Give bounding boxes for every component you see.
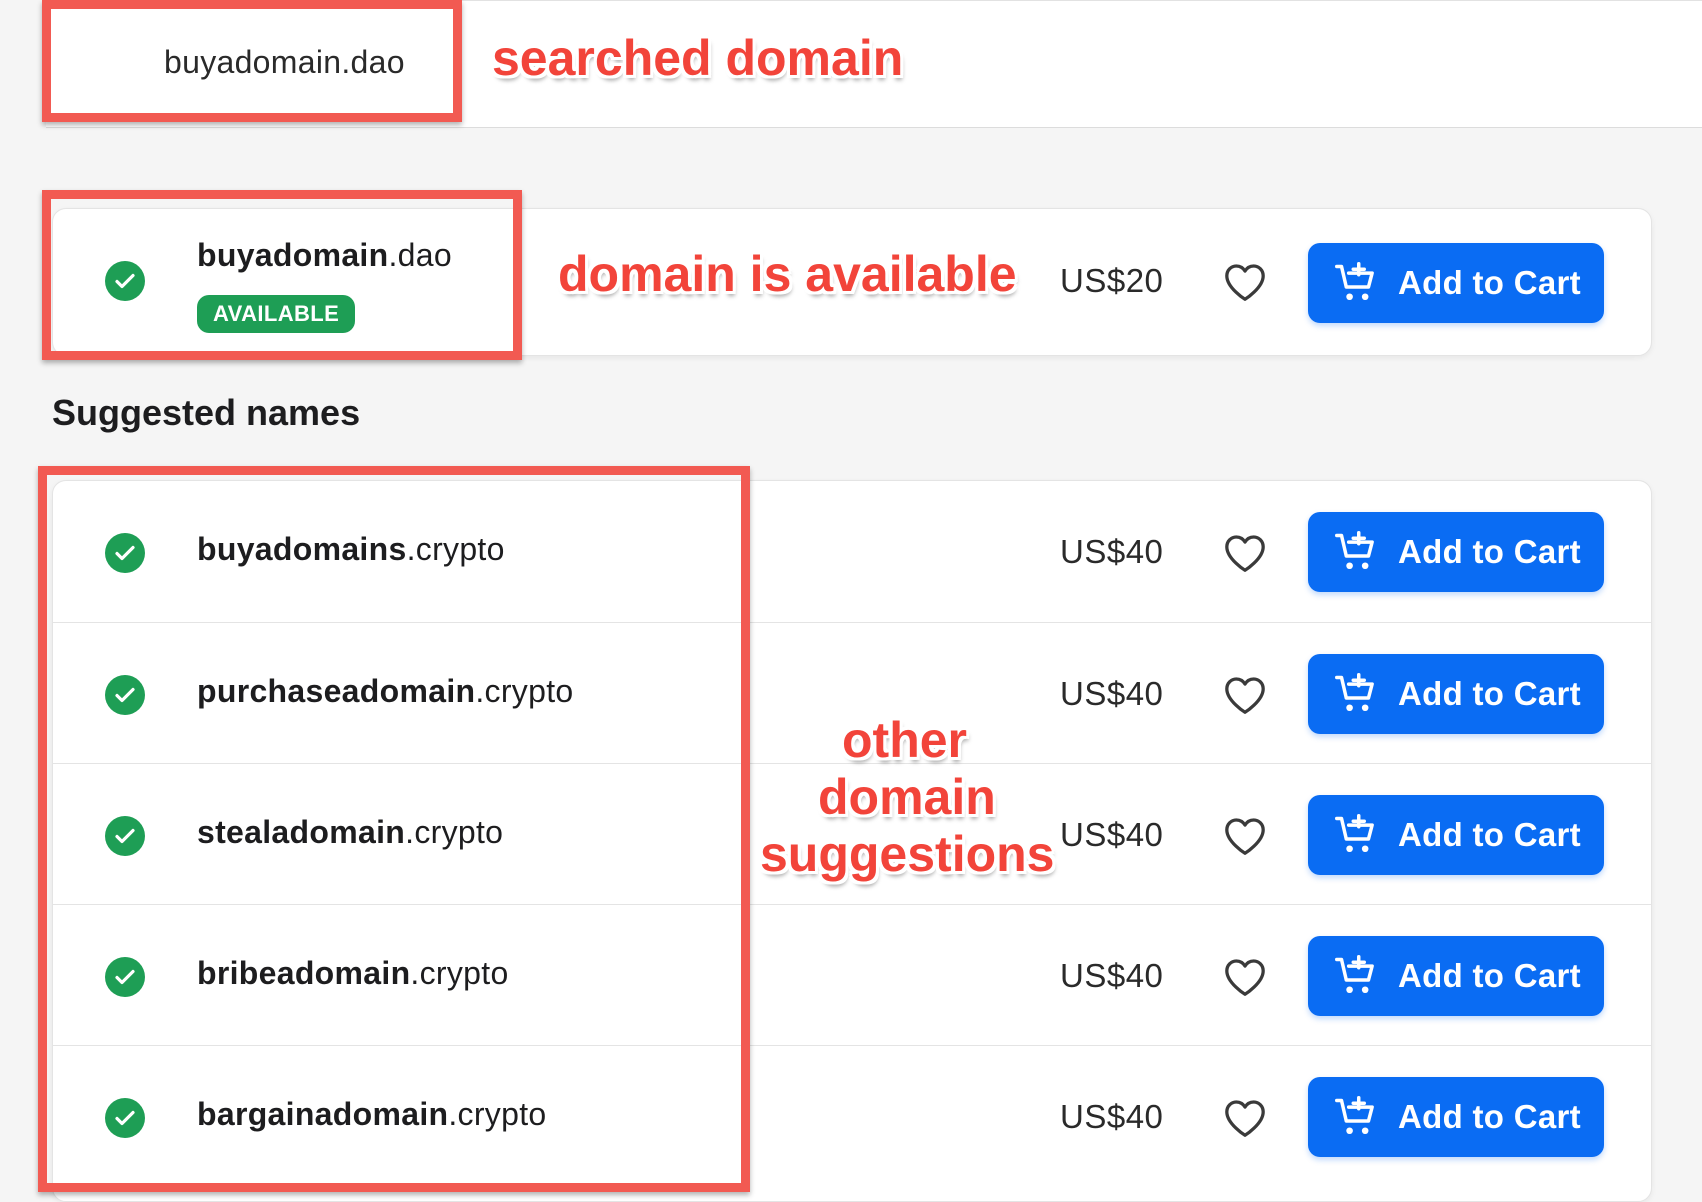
- add-to-cart-button[interactable]: Add to Cart: [1308, 243, 1604, 323]
- cart-plus-icon: [1335, 531, 1374, 570]
- add-to-cart-label: Add to Cart: [1398, 675, 1581, 712]
- annotation-box-suggestions: [38, 466, 750, 1192]
- annotation-other-line3: suggestions: [760, 826, 1055, 882]
- cart-plus-icon: [1335, 814, 1374, 853]
- cart-plus-icon: [1335, 1096, 1374, 1135]
- section-title: Suggested names: [52, 392, 361, 433]
- heart-icon[interactable]: [1223, 816, 1267, 856]
- price: US$20: [1060, 262, 1164, 299]
- annotation-other-line1: other: [842, 712, 967, 768]
- add-to-cart-button[interactable]: Add to Cart: [1308, 512, 1604, 592]
- annotation-box-search: [42, 0, 462, 122]
- add-to-cart-label: Add to Cart: [1398, 1098, 1581, 1135]
- annotation-other-line2: domain: [818, 769, 996, 825]
- annotation-box-available: [42, 190, 522, 360]
- add-to-cart-label: Add to Cart: [1398, 533, 1581, 570]
- annotation-searched-domain: searched domain: [492, 30, 904, 86]
- price: US$40: [1060, 1098, 1164, 1135]
- heart-icon[interactable]: [1223, 1098, 1267, 1138]
- heart-icon[interactable]: [1223, 957, 1267, 997]
- price: US$40: [1060, 675, 1164, 712]
- price: US$40: [1060, 816, 1164, 853]
- add-to-cart-button[interactable]: Add to Cart: [1308, 936, 1604, 1016]
- add-to-cart-label: Add to Cart: [1398, 816, 1581, 853]
- heart-icon[interactable]: [1223, 262, 1267, 302]
- heart-icon[interactable]: [1223, 675, 1267, 715]
- cart-plus-icon: [1335, 955, 1374, 994]
- cart-plus-icon: [1335, 673, 1374, 712]
- add-to-cart-button[interactable]: Add to Cart: [1308, 1077, 1604, 1157]
- heart-icon[interactable]: [1223, 533, 1267, 573]
- add-to-cart-button[interactable]: Add to Cart: [1308, 654, 1604, 734]
- add-to-cart-label: Add to Cart: [1398, 957, 1581, 994]
- annotation-domain-available: domain is available: [558, 246, 1017, 302]
- price: US$40: [1060, 957, 1164, 994]
- price: US$40: [1060, 533, 1164, 570]
- add-to-cart-button[interactable]: Add to Cart: [1308, 795, 1604, 875]
- add-to-cart-label: Add to Cart: [1398, 264, 1581, 301]
- cart-plus-icon: [1335, 262, 1374, 301]
